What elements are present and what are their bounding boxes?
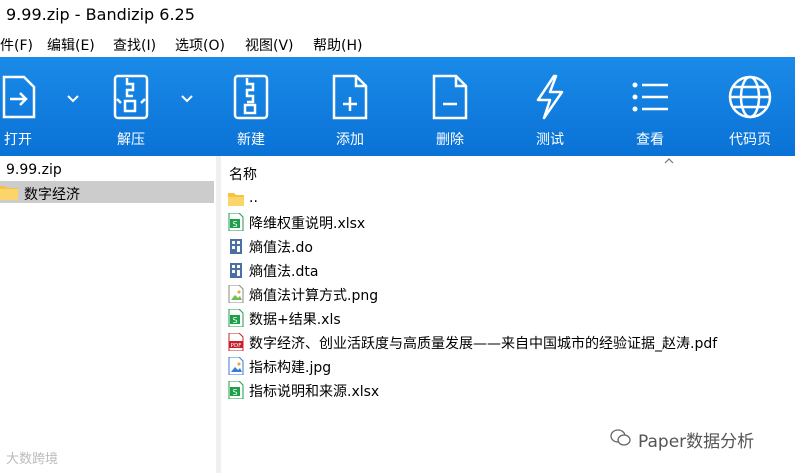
wechat-icon — [610, 429, 631, 446]
toolbar: 打开 解压 新建 添加 删除 测试 查看 代码页 — [0, 57, 795, 156]
new-button[interactable]: 新建 — [211, 57, 291, 156]
menu-find[interactable]: 查找(I) — [113, 35, 156, 55]
stata-icon — [230, 263, 242, 278]
file-row[interactable]: 指标构建.jpg — [221, 354, 795, 378]
folder-icon — [228, 193, 244, 206]
menu-options[interactable]: 选项(O) — [175, 35, 225, 55]
svg-text:S: S — [232, 316, 237, 325]
delete-label: 删除 — [436, 132, 464, 148]
open-dropdown-icon[interactable] — [66, 93, 80, 105]
file-name: 数据+结果.xls — [249, 312, 341, 328]
excel-icon: S — [228, 213, 244, 231]
new-label: 新建 — [237, 132, 265, 148]
open-icon — [2, 75, 36, 119]
watermark-left: 大数跨境 — [6, 448, 58, 467]
delete-file-icon — [432, 74, 468, 120]
excel-icon: S — [228, 309, 244, 327]
name-column-header[interactable]: 名称 — [229, 164, 257, 184]
add-file-icon — [332, 74, 368, 120]
file-name: 熵值法.dta — [249, 264, 319, 280]
extract-label: 解压 — [117, 132, 145, 148]
file-name: 数字经济、创业活跃度与高质量发展——来自中国城市的经验证据_赵涛.pdf — [249, 336, 718, 352]
globe-icon — [728, 75, 772, 119]
file-row[interactable]: S 降维权重说明.xlsx — [221, 210, 795, 234]
svg-text:S: S — [232, 220, 237, 229]
view-label: 查看 — [636, 132, 664, 148]
file-row[interactable]: S 数据+结果.xls — [221, 306, 795, 330]
open-button[interactable]: 打开 — [0, 57, 58, 156]
lightning-icon — [536, 74, 564, 120]
file-name: 降维权重说明.xlsx — [249, 216, 366, 232]
codepage-button[interactable]: 代码页 — [710, 57, 790, 156]
tree-archive-node[interactable]: 9.99.zip — [6, 162, 62, 178]
file-row[interactable]: 熵值法.do — [221, 234, 795, 258]
tree-folder-label: 数字经济 — [24, 187, 80, 203]
file-name: 指标构建.jpg — [249, 360, 332, 376]
folder-icon — [0, 186, 18, 200]
watermark-left-text: 大数跨境 — [6, 452, 59, 467]
codepage-label: 代码页 — [729, 132, 771, 148]
file-name: 熵值法.do — [249, 240, 313, 256]
image-icon — [228, 357, 244, 375]
extract-button[interactable]: 解压 — [91, 57, 171, 156]
watermark-right-text: Paper数据分析 — [638, 432, 755, 452]
delete-button[interactable]: 删除 — [410, 57, 490, 156]
tree-folder-node[interactable]: 数字经济 — [0, 181, 214, 203]
add-button[interactable]: 添加 — [310, 57, 390, 156]
file-row[interactable]: .. — [221, 187, 795, 211]
file-name: 熵值法计算方式.png — [249, 288, 379, 304]
pdf-icon: PDF — [228, 333, 244, 351]
view-button[interactable]: 查看 — [610, 57, 690, 156]
folder-tree: 9.99.zip 数字经济 — [0, 156, 216, 473]
zip-new-icon — [233, 74, 269, 120]
window-title: 9.99.zip - Bandizip 6.25 — [6, 5, 195, 24]
sort-ascending-icon — [664, 158, 674, 164]
add-label: 添加 — [336, 132, 364, 148]
stata-icon — [230, 239, 242, 254]
menu-edit[interactable]: 编辑(E) — [47, 35, 95, 55]
zip-extract-icon — [113, 74, 149, 120]
file-list: 名称 .. S 降维权重说明.xlsx 熵值法.do 熵值法.dta 熵值法计算… — [221, 156, 795, 473]
menu-view[interactable]: 视图(V) — [245, 35, 294, 55]
excel-icon: S — [228, 381, 244, 399]
open-label: 打开 — [4, 132, 32, 148]
menu-help[interactable]: 帮助(H) — [313, 35, 362, 55]
file-row[interactable]: S 指标说明和来源.xlsx — [221, 378, 795, 402]
file-name: 指标说明和来源.xlsx — [249, 384, 380, 400]
file-row[interactable]: 熵值法计算方式.png — [221, 282, 795, 306]
file-row[interactable]: PDF 数字经济、创业活跃度与高质量发展——来自中国城市的经验证据_赵涛.pdf — [221, 330, 795, 354]
list-view-icon — [632, 82, 668, 112]
svg-text:S: S — [232, 388, 237, 397]
test-button[interactable]: 测试 — [510, 57, 590, 156]
svg-text:PDF: PDF — [231, 343, 242, 349]
menu-file[interactable]: 件(F) — [0, 35, 33, 55]
file-name: .. — [249, 190, 258, 206]
menu-bar: 件(F) 编辑(E) 查找(I) 选项(O) 视图(V) 帮助(H) — [0, 32, 795, 57]
test-label: 测试 — [536, 132, 564, 148]
title-bar: 9.99.zip - Bandizip 6.25 — [0, 0, 795, 32]
image-icon — [228, 285, 244, 303]
file-row[interactable]: 熵值法.dta — [221, 258, 795, 282]
extract-dropdown-icon[interactable] — [180, 93, 194, 105]
